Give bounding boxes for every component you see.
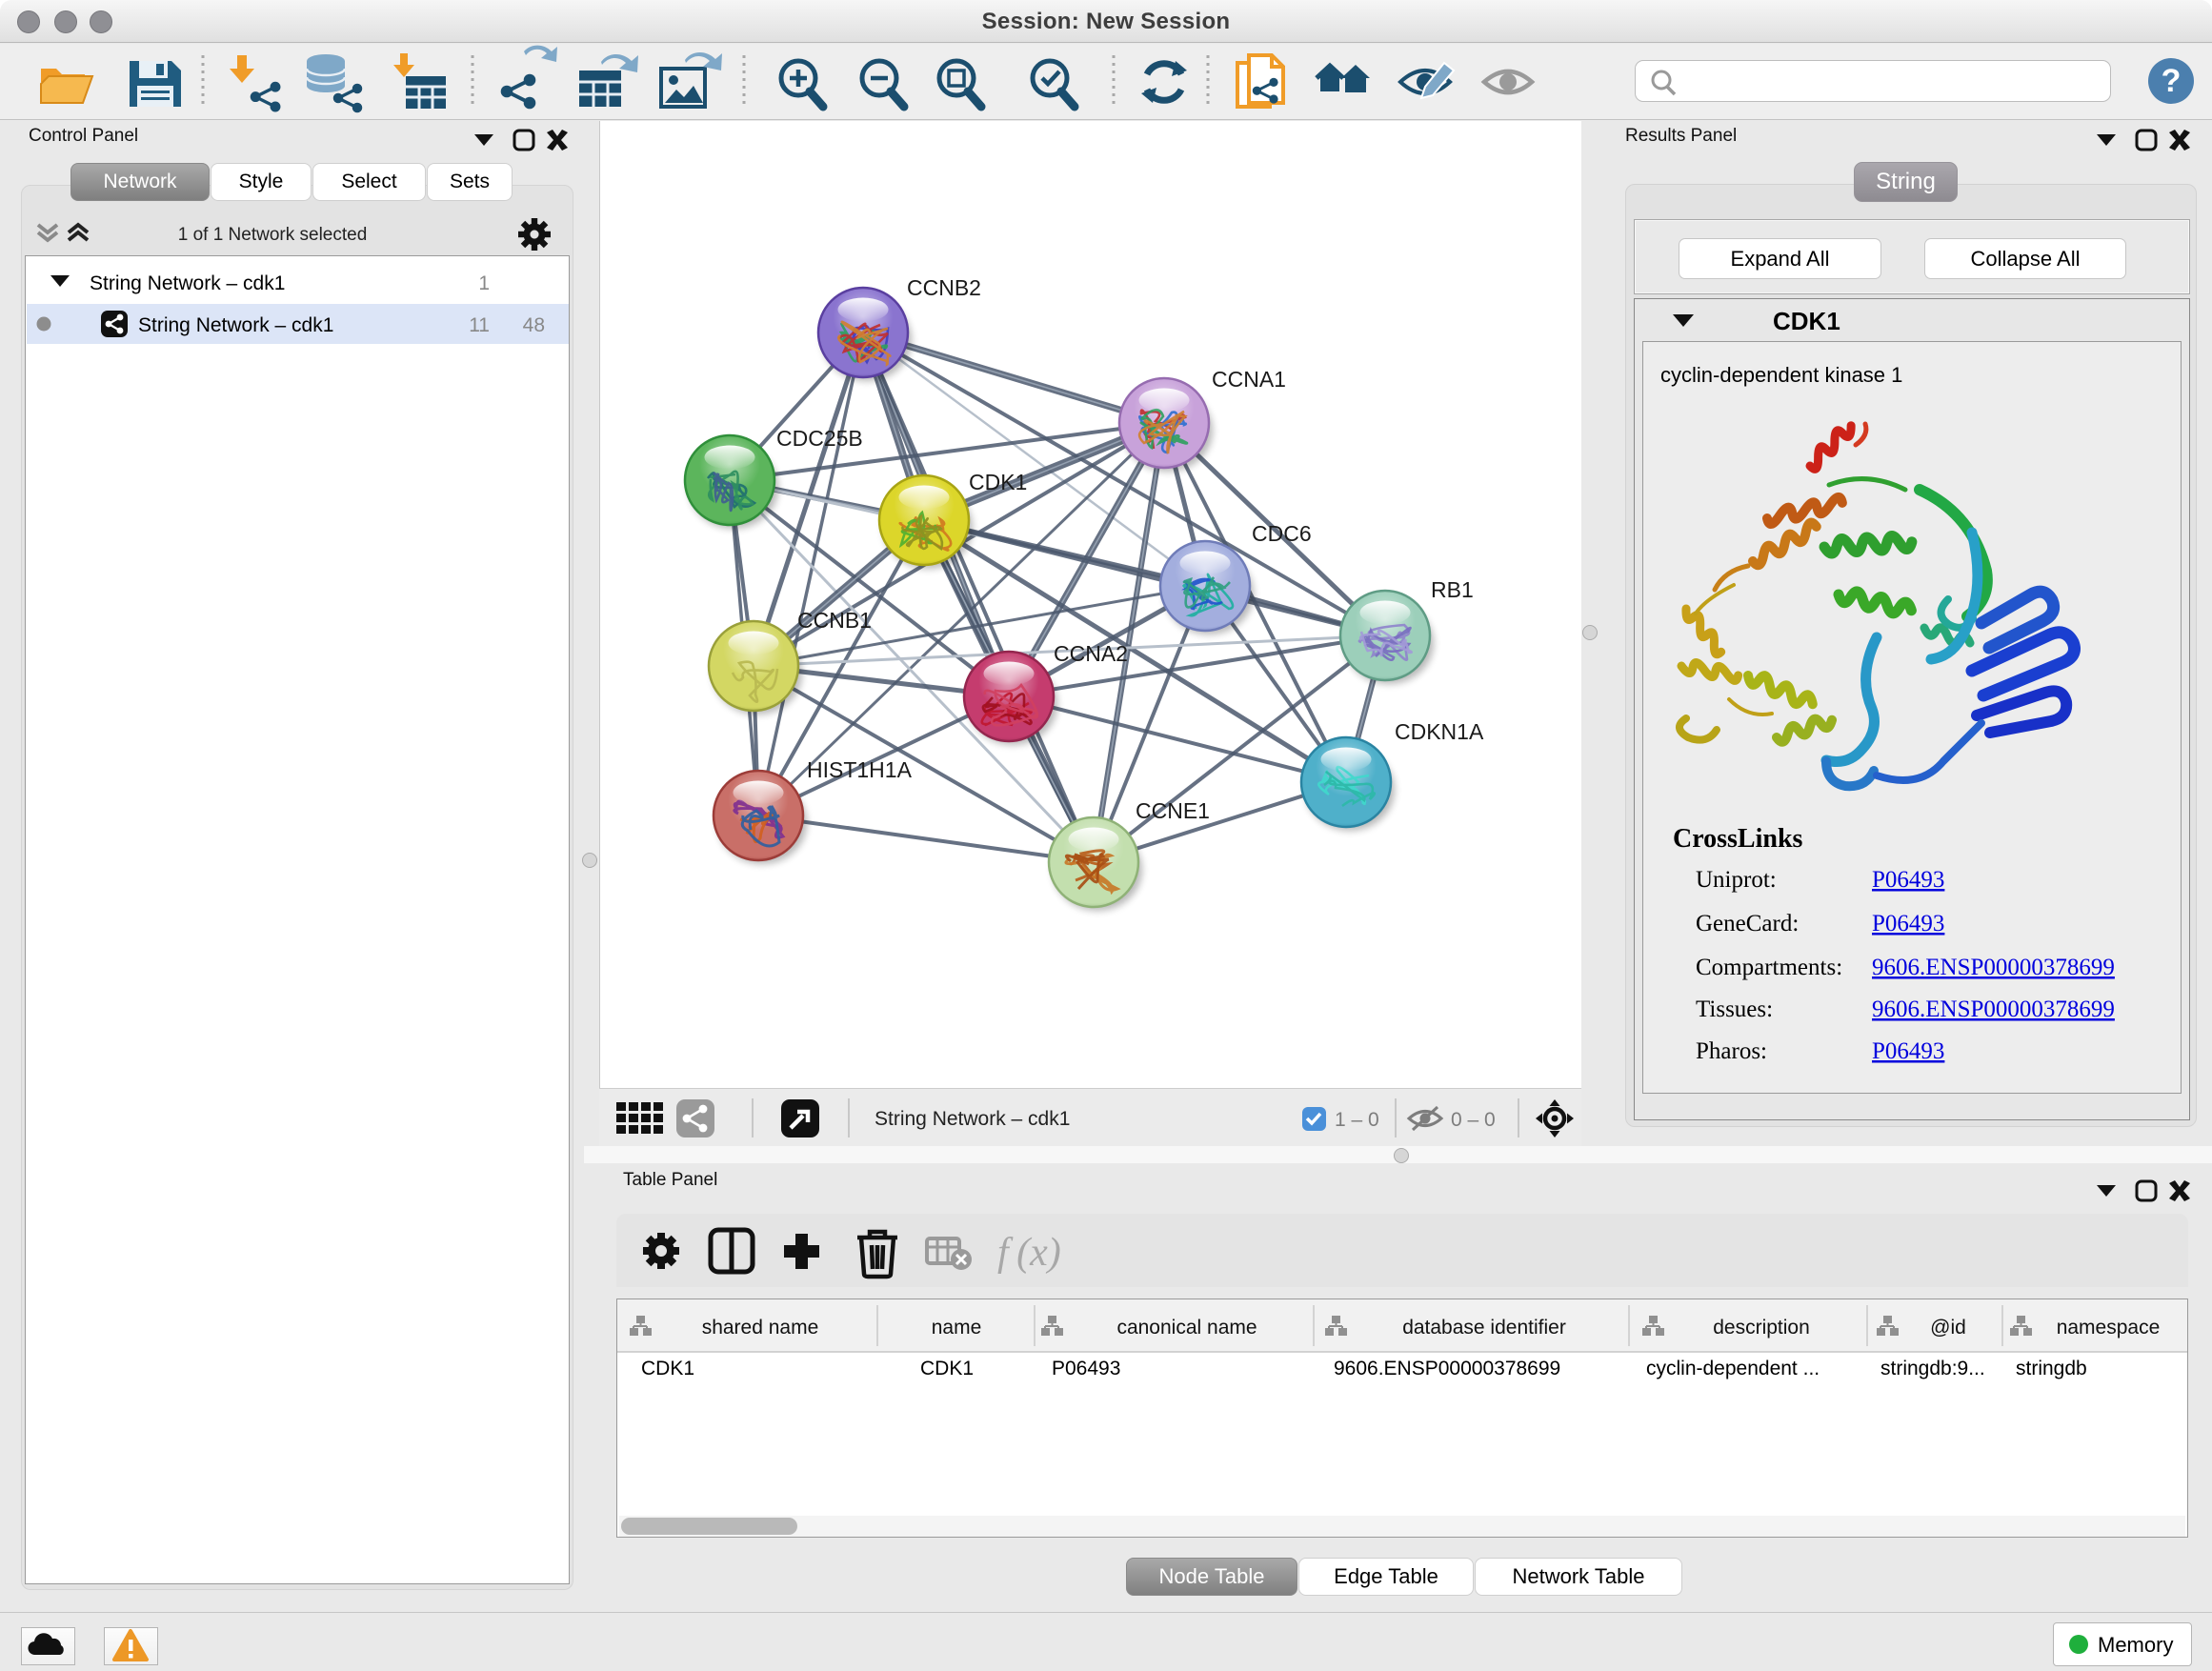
svg-text:Compartments:: Compartments: <box>1696 955 1842 980</box>
svg-text:String Network – cdk1: String Network – cdk1 <box>138 314 333 336</box>
svg-text:name: name <box>932 1317 982 1339</box>
svg-text:CCNB1: CCNB1 <box>797 608 872 633</box>
svg-text:Memory: Memory <box>2098 1633 2173 1657</box>
svg-text:description: description <box>1713 1317 1810 1339</box>
svg-text:CDK1: CDK1 <box>641 1358 694 1379</box>
svg-text:48: 48 <box>523 314 545 336</box>
svg-text:1 – 0: 1 – 0 <box>1335 1109 1379 1131</box>
svg-text:CCNA2: CCNA2 <box>1054 641 1128 666</box>
svg-text:canonical name: canonical name <box>1116 1317 1257 1339</box>
svg-text:Tissues:: Tissues: <box>1696 997 1773 1022</box>
svg-text:P06493: P06493 <box>1872 867 1944 893</box>
svg-text:String Network – cdk1: String Network – cdk1 <box>875 1108 1070 1130</box>
svg-text:cyclin-dependent ...: cyclin-dependent ... <box>1646 1358 1820 1379</box>
svg-text:RB1: RB1 <box>1431 577 1474 602</box>
svg-text:1: 1 <box>478 272 490 294</box>
svg-text:CDKN1A: CDKN1A <box>1395 719 1484 744</box>
svg-text:P06493: P06493 <box>1052 1358 1120 1379</box>
svg-text:11: 11 <box>469 314 490 336</box>
svg-text:@id: @id <box>1930 1317 1966 1339</box>
svg-text:namespace: namespace <box>2057 1317 2161 1339</box>
svg-text:9606.ENSP00000378699: 9606.ENSP00000378699 <box>1334 1358 1560 1379</box>
svg-text:CCNA1: CCNA1 <box>1212 367 1286 392</box>
svg-text:?: ? <box>2162 63 2182 99</box>
svg-text:database identifier: database identifier <box>1402 1317 1566 1339</box>
svg-text:0 – 0: 0 – 0 <box>1451 1109 1496 1131</box>
svg-text:CDK1: CDK1 <box>1773 307 1840 335</box>
svg-text:CDK1: CDK1 <box>920 1358 974 1379</box>
svg-text:CDC25B: CDC25B <box>776 426 863 451</box>
svg-text:9606.ENSP00000378699: 9606.ENSP00000378699 <box>1872 955 2115 980</box>
svg-text:String Network – cdk1: String Network – cdk1 <box>90 272 285 294</box>
svg-text:P06493: P06493 <box>1872 911 1944 936</box>
svg-text:f (x): f (x) <box>997 1231 1061 1275</box>
svg-text:CDC6: CDC6 <box>1252 521 1312 546</box>
svg-text:CrossLinks: CrossLinks <box>1673 824 1803 854</box>
svg-text:HIST1H1A: HIST1H1A <box>807 757 913 782</box>
svg-text:GeneCard:: GeneCard: <box>1696 911 1799 936</box>
svg-text:stringdb:9...: stringdb:9... <box>1880 1358 1985 1379</box>
svg-text:CDK1: CDK1 <box>969 470 1027 494</box>
svg-text:CCNE1: CCNE1 <box>1136 798 1210 823</box>
svg-text:9606.ENSP00000378699: 9606.ENSP00000378699 <box>1872 997 2115 1022</box>
svg-text:stringdb: stringdb <box>2016 1358 2087 1379</box>
svg-text:shared name: shared name <box>702 1317 819 1339</box>
svg-text:Pharos:: Pharos: <box>1696 1038 1767 1064</box>
svg-text:Uniprot:: Uniprot: <box>1696 867 1777 893</box>
svg-text:CCNB2: CCNB2 <box>907 275 981 300</box>
svg-text:P06493: P06493 <box>1872 1038 1944 1064</box>
